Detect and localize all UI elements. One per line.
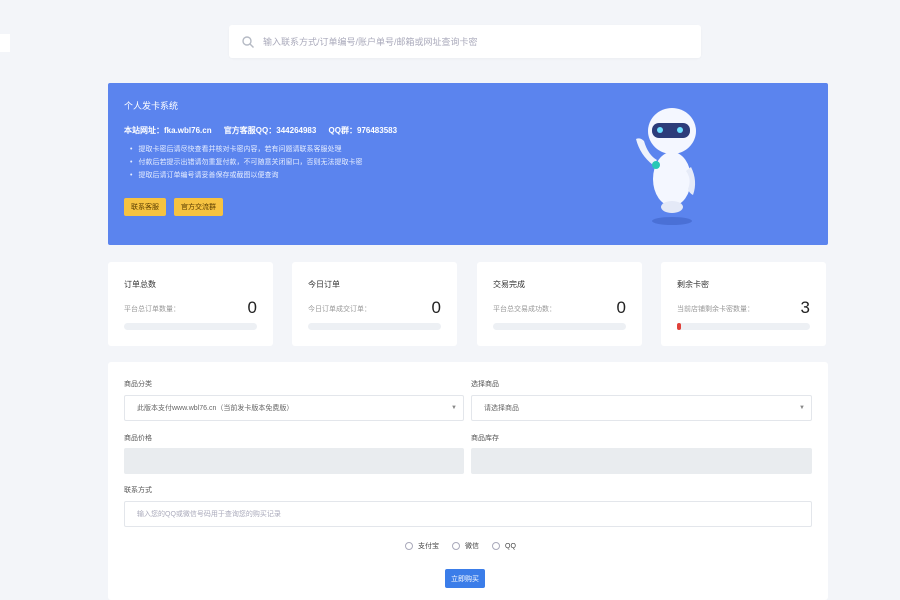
stock-field (471, 448, 812, 474)
notice-item: 付款后若提示出错请勿重复付款，不可随意关闭窗口，否则无法提取卡密 (130, 156, 362, 169)
contact-input[interactable] (124, 501, 812, 527)
payment-option-alipay[interactable]: 支付宝 (405, 541, 439, 551)
category-selected-value: 此版本支付www.wbl76.cn（当前发卡版本免费版） (137, 405, 294, 412)
stat-progress-bar (308, 323, 441, 330)
stat-card-remaining: 剩余卡密 当前店铺剩余卡密数量： 3 (661, 262, 826, 346)
payment-method-group: 支付宝 微信 QQ (405, 541, 516, 551)
chevron-down-icon: ▼ (451, 405, 457, 411)
stat-value: 0 (247, 298, 257, 317)
radio-icon (452, 542, 460, 550)
stat-card-orders: 订单总数 平台总订单数量： 0 (108, 262, 273, 346)
site-url: fka.wbl76.cn (164, 126, 212, 135)
robot-mascot-icon (636, 108, 696, 225)
search-bar[interactable] (229, 25, 701, 58)
product-selected-value: 请选择商品 (484, 405, 519, 412)
stat-label: 平台总订单数量： (124, 306, 180, 313)
sidebar-edge (0, 34, 10, 52)
banner-contact-info: 本站网址：fka.wbl76.cn 官方客服QQ：344264983 QQ群：9… (124, 126, 398, 135)
price-label: 商品价格 (124, 435, 152, 442)
notice-item: 提取卡密后请尽快查看并核对卡密内容，若有问题请联系客服处理 (130, 143, 362, 156)
stat-title: 订单总数 (124, 280, 156, 289)
chevron-down-icon: ▼ (799, 405, 805, 411)
price-field (124, 448, 464, 474)
category-label: 商品分类 (124, 381, 152, 388)
qq-group: 976483583 (357, 126, 398, 135)
stat-progress-bar (124, 323, 257, 330)
buy-now-button[interactable]: 立即购买 (445, 569, 485, 588)
banner-title: 个人发卡系统 (124, 101, 179, 111)
radio-icon (492, 542, 500, 550)
category-select[interactable]: 此版本支付www.wbl76.cn（当前发卡版本免费版） ▼ (124, 395, 464, 421)
stat-value: 0 (616, 298, 626, 317)
stat-progress-fill (677, 323, 681, 330)
stat-title: 今日订单 (308, 280, 340, 289)
stat-progress-bar (677, 323, 810, 330)
stat-value: 0 (431, 298, 441, 317)
stat-label: 当前店铺剩余卡密数量： (677, 306, 754, 313)
product-select[interactable]: 请选择商品 ▼ (471, 395, 812, 421)
product-label: 选择商品 (471, 381, 499, 388)
stock-label: 商品库存 (471, 435, 499, 442)
stat-card-completed: 交易完成 平台总交易成功数： 0 (477, 262, 642, 346)
payment-option-wechat[interactable]: 微信 (452, 541, 479, 551)
contact-support-button[interactable]: 联系客服 (124, 198, 166, 216)
hero-banner: 个人发卡系统 本站网址：fka.wbl76.cn 官方客服QQ：34426498… (108, 83, 828, 245)
stat-title: 交易完成 (493, 280, 525, 289)
stat-label: 平台总交易成功数： (493, 306, 556, 313)
official-group-button[interactable]: 官方交流群 (174, 198, 223, 216)
stat-card-today: 今日订单 今日订单成交订单： 0 (292, 262, 457, 346)
payment-option-qq[interactable]: QQ (492, 541, 516, 551)
search-input[interactable] (263, 36, 683, 47)
search-icon (242, 35, 254, 48)
stat-progress-bar (493, 323, 626, 330)
support-qq: 344264983 (276, 126, 317, 135)
notice-item: 提取后请订单编号请妥善保存或截图以便查询 (130, 169, 362, 182)
stat-value: 3 (800, 298, 810, 317)
contact-label: 联系方式 (124, 487, 152, 494)
notice-list: 提取卡密后请尽快查看并核对卡密内容，若有问题请联系客服处理 付款后若提示出错请勿… (130, 143, 362, 182)
purchase-form: 商品分类 此版本支付www.wbl76.cn（当前发卡版本免费版） ▼ 选择商品… (108, 362, 828, 600)
radio-icon (405, 542, 413, 550)
stat-title: 剩余卡密 (677, 280, 709, 289)
stat-label: 今日订单成交订单： (308, 306, 371, 313)
